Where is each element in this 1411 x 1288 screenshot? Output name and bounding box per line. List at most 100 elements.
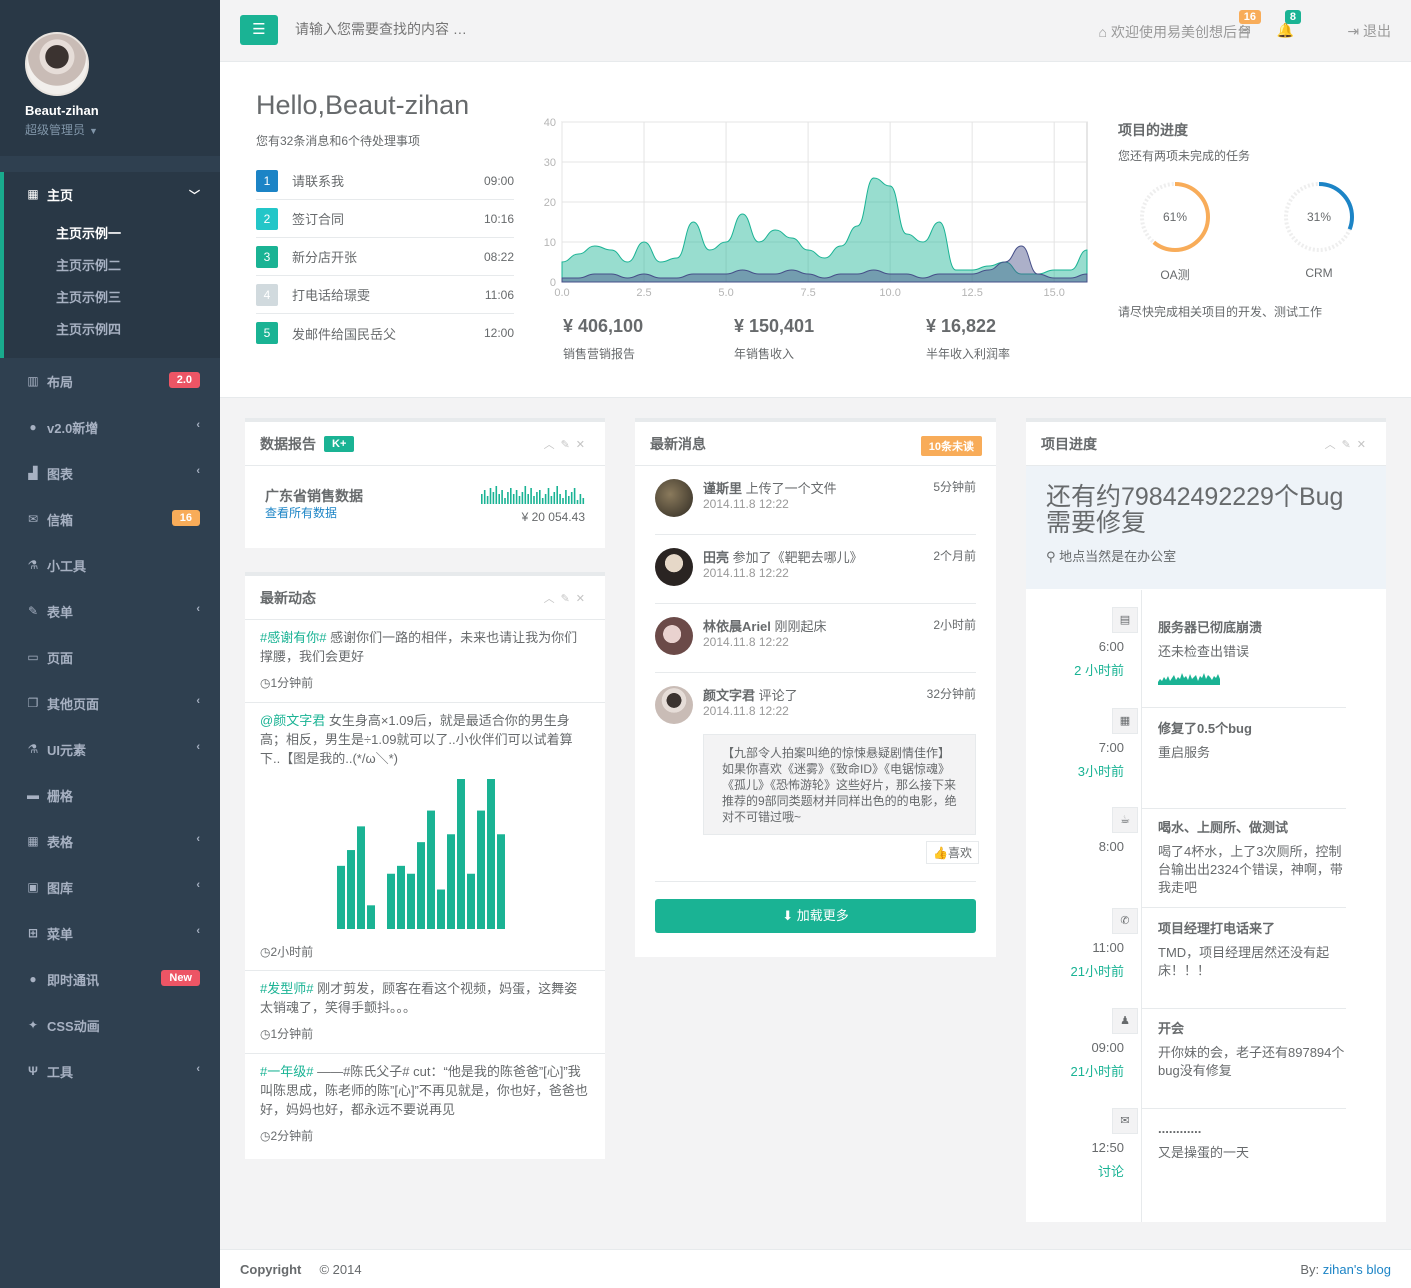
sidebar-subitem-home-1[interactable]: 主页示例一: [4, 216, 220, 248]
chevron-up-icon[interactable]: ︿: [1325, 439, 1342, 451]
sign-out-icon: ⇥: [1347, 23, 1363, 39]
timeline-ago[interactable]: 21小时前: [1026, 961, 1124, 980]
message-author[interactable]: 颜文字君: [703, 688, 755, 703]
timeline-ago[interactable]: 3小时前: [1026, 761, 1124, 780]
ring-chart: 61%: [1140, 182, 1210, 252]
load-more-label: 加载更多: [796, 908, 849, 923]
sidebar-item-tables[interactable]: ▦ 表格 ‹: [0, 818, 220, 864]
sidebar-subitem-home-3[interactable]: 主页示例三: [4, 280, 220, 312]
search-input[interactable]: [295, 21, 595, 37]
feed-tag[interactable]: @颜文字君: [260, 713, 325, 728]
feed-tag[interactable]: #感谢有你#: [260, 630, 326, 645]
timeline-ago[interactable]: 2 小时前: [1026, 660, 1124, 679]
message-item[interactable]: 林依晨Ariel 刚刚起床 2014.11.8 12:22 2小时前: [655, 604, 976, 673]
flask-icon: ⚗: [27, 558, 39, 572]
sidebar-item-other-pages[interactable]: ❐ 其他页面 ‹: [0, 680, 220, 726]
logout-button[interactable]: ⇥ 退出: [1347, 21, 1391, 41]
sidebar-item-v2[interactable]: ● v2.0新增 ‹: [0, 404, 220, 450]
close-icon[interactable]: ✕: [1357, 439, 1372, 451]
timeline-clock: 11:00: [1092, 940, 1124, 955]
timeline-ago[interactable]: 讨论: [1026, 1161, 1124, 1180]
feed-time-text: 1分钟前: [270, 676, 314, 690]
bar-chart-icon: ▟: [28, 466, 38, 480]
message-author[interactable]: 田亮: [703, 550, 729, 565]
message-item[interactable]: 谨斯里 上传了一个文件 2014.11.8 12:22 5分钟前: [655, 466, 976, 535]
sidebar-item-forms[interactable]: ✎ 表单 ‹: [0, 588, 220, 634]
todo-item[interactable]: 3 新分店开张 08:22: [256, 238, 514, 276]
avatar[interactable]: [25, 32, 89, 96]
message-item[interactable]: 田亮 参加了《靶靶去哪儿》 2014.11.8 12:22 2个月前: [655, 535, 976, 604]
columns-icon: ▥: [27, 374, 39, 388]
spark-bar: [486, 496, 489, 504]
chevron-left-icon: ‹: [196, 1063, 200, 1075]
y-tick-label: 40: [544, 118, 556, 129]
report-name: 广东省销售数据: [265, 488, 363, 504]
credit: By: zihan's blog: [1300, 1262, 1391, 1277]
panel-header: 最新消息 10条未读: [635, 422, 996, 466]
stat-label: 半年收入利润率: [926, 347, 1011, 361]
sidebar-subitem-home-4[interactable]: 主页示例四: [4, 312, 220, 344]
sidebar-item-menu[interactable]: ⊞ 菜单 ‹: [0, 910, 220, 956]
blog-link[interactable]: zihan's blog: [1323, 1262, 1391, 1277]
sidebar-item-gallery[interactable]: ▣ 图库 ‹: [0, 864, 220, 910]
sidebar-item-ui-elements[interactable]: ⚗ UI元素 ‹: [0, 726, 220, 772]
timeline-clock: 8:00: [1098, 839, 1124, 854]
welcome-link[interactable]: ⌂ 欢迎使用易美创想后台: [1099, 22, 1251, 42]
sidebar-item-home[interactable]: ▦ 主页 ﹀: [4, 172, 220, 216]
chevron-up-icon[interactable]: ︿: [544, 593, 561, 605]
sidebar-item-tools[interactable]: Ψ 工具 ‹: [0, 1048, 220, 1094]
wrench-icon[interactable]: ✎: [561, 439, 576, 451]
feed-bar: [387, 873, 395, 929]
avatar[interactable]: [655, 686, 693, 724]
report-link[interactable]: 查看所有数据: [265, 504, 337, 521]
sidebar-subitem-home-2[interactable]: 主页示例二: [4, 248, 220, 280]
user-role: 超级管理员: [25, 123, 86, 137]
sidebar-item-widgets[interactable]: ⚗ 小工具: [0, 542, 220, 588]
progress-title: 项目的进度: [1118, 122, 1188, 138]
load-more-button[interactable]: ⬇ 加载更多: [655, 899, 976, 933]
sidebar-item-css-animation[interactable]: ✦ CSS动画: [0, 1002, 220, 1048]
report-body: 广东省销售数据 查看所有数据 ¥ 20 054.43: [245, 466, 605, 546]
sidebar-item-pages[interactable]: ▭ 页面: [0, 634, 220, 680]
wrench-icon[interactable]: ✎: [1342, 439, 1357, 451]
todo-item[interactable]: 5 发邮件给国民岳父 12:00: [256, 314, 514, 352]
spark-bar: [518, 496, 521, 504]
menu-toggle-button[interactable]: ☰: [240, 15, 278, 45]
message-author[interactable]: 林依晨Ariel: [703, 619, 771, 634]
user-role-dropdown[interactable]: 超级管理员 ▼: [25, 121, 220, 138]
sidebar-item-mailbox[interactable]: ✉ 信箱 16: [0, 496, 220, 542]
timeline-ago[interactable]: 21小时前: [1026, 1061, 1124, 1080]
feed-tag[interactable]: #一年级#: [260, 1064, 313, 1079]
wrench-icon[interactable]: ✎: [561, 593, 576, 605]
like-button[interactable]: 👍喜欢: [926, 841, 979, 864]
sidebar-item-layout[interactable]: ▥ 布局 2.0: [0, 358, 220, 404]
briefcase-icon: ▤: [1112, 607, 1138, 633]
sidebar-item-chat[interactable]: ● 即时通讯 New: [0, 956, 220, 1002]
envelope-icon[interactable]: ✉: [1239, 22, 1251, 39]
chevron-left-icon: ‹: [196, 603, 200, 615]
todo-item[interactable]: 1 请联系我 09:00: [256, 162, 514, 200]
todo-time: 10:16: [483, 211, 514, 226]
spark-bar: [539, 490, 541, 504]
todo-item[interactable]: 2 签订合同 10:16: [256, 200, 514, 238]
close-icon[interactable]: ✕: [576, 593, 591, 605]
todo-text: 签订合同: [292, 212, 345, 227]
stat-value: ¥ 406,100: [563, 316, 644, 336]
user-name[interactable]: Beaut-zihan: [25, 103, 220, 118]
avatar[interactable]: [655, 479, 693, 517]
bell-icon[interactable]: 🔔: [1277, 22, 1294, 39]
spark-bar: [562, 498, 564, 504]
timeline-content: ............ 又是操蛋的一天: [1158, 1120, 1348, 1162]
feed-tag[interactable]: #发型师#: [260, 981, 313, 996]
avatar[interactable]: [655, 617, 693, 655]
timeline-time: 11:00 21小时前: [1026, 940, 1124, 980]
close-icon[interactable]: ✕: [576, 439, 591, 451]
chevron-up-icon[interactable]: ︿: [544, 439, 561, 451]
sidebar-item-charts[interactable]: ▟ 图表 ‹: [0, 450, 220, 496]
message-action: 评论了: [758, 688, 798, 703]
avatar[interactable]: [655, 548, 693, 586]
sidebar-item-grid[interactable]: ▬ 栅格: [0, 772, 220, 818]
todo-item[interactable]: 4 打电话给璟雯 11:06: [256, 276, 514, 314]
message-author[interactable]: 谨斯里: [703, 481, 742, 496]
ring-percent: 31%: [1307, 210, 1331, 224]
